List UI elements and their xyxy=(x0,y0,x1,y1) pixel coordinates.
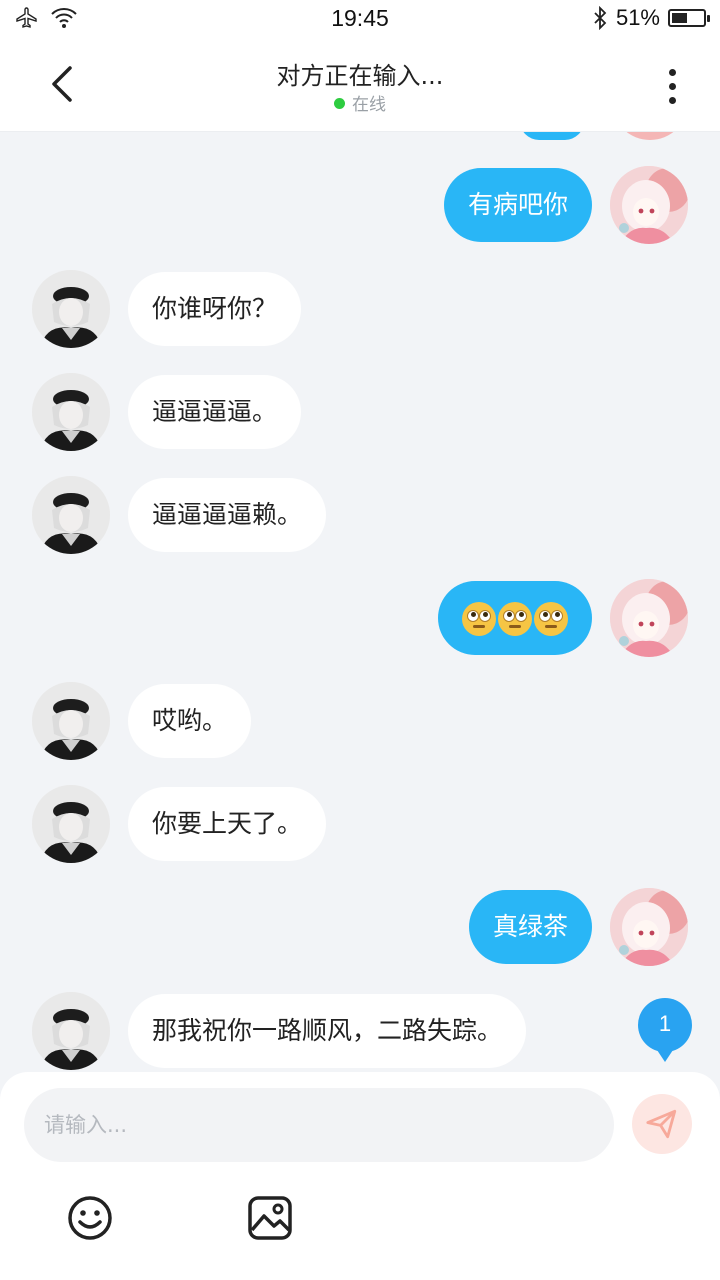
contact-avatar[interactable] xyxy=(32,373,110,451)
my-avatar[interactable] xyxy=(610,166,688,244)
rolling-eyes-emoji-icon xyxy=(534,602,568,636)
message-bubble[interactable]: 有病吧你 xyxy=(443,168,592,242)
more-options-button[interactable] xyxy=(652,62,692,110)
my-avatar[interactable] xyxy=(610,579,688,657)
online-status-label: 在线 xyxy=(352,95,386,115)
contact-avatar[interactable] xyxy=(32,682,110,760)
chat-screen: 19:45 51% 对方正在输入... 在线 有病吧你 你谁呀你？ 逼逼逼逼。 xyxy=(0,0,720,1280)
message-row: 你谁呀你？ xyxy=(0,270,720,350)
more-vertical-icon xyxy=(668,68,676,76)
message-bubble[interactable]: 你谁呀你？ xyxy=(128,272,302,346)
partial-message-bubble[interactable] xyxy=(520,132,584,140)
message-row: 有病吧你 xyxy=(0,166,720,246)
contact-avatar[interactable] xyxy=(32,270,110,348)
battery-icon xyxy=(668,9,710,27)
image-button[interactable] xyxy=(246,1194,294,1242)
message-row: 逼逼逼逼。 xyxy=(0,373,720,453)
composer xyxy=(0,1072,720,1280)
status-bar: 19:45 51% xyxy=(0,0,720,38)
rolling-eyes-emoji-icon xyxy=(462,602,496,636)
avatar[interactable] xyxy=(612,132,688,140)
bluetooth-icon xyxy=(594,6,607,30)
message-row: 你要上天了。 xyxy=(0,785,720,865)
contact-avatar[interactable] xyxy=(32,785,110,863)
send-icon xyxy=(646,1109,677,1139)
my-avatar[interactable] xyxy=(610,888,688,966)
send-button[interactable] xyxy=(632,1094,692,1154)
message-bubble[interactable]: 逼逼逼逼。 xyxy=(128,375,302,449)
emoji-button[interactable] xyxy=(66,1194,114,1242)
message-bubble[interactable]: 那我祝你一路顺风，二路失踪。 xyxy=(128,994,527,1068)
message-row: 真绿茶 xyxy=(0,888,720,968)
page-title: 对方正在输入... xyxy=(276,62,444,90)
online-status: 在线 xyxy=(0,90,720,115)
message-bubble[interactable]: 哎哟。 xyxy=(128,684,252,758)
message-row: 逼逼逼逼赖。 xyxy=(0,476,720,556)
online-dot xyxy=(334,98,345,109)
emoji-message-bubble[interactable] xyxy=(438,581,592,655)
smiley-icon xyxy=(68,1196,112,1240)
message-bubble[interactable]: 真绿茶 xyxy=(468,890,592,964)
chat-header: 对方正在输入... 在线 xyxy=(0,38,720,132)
message-list[interactable]: 有病吧你 你谁呀你？ 逼逼逼逼。 逼逼逼逼赖。 哎哟。 你要上天了。 真绿茶 那… xyxy=(0,132,720,1072)
message-input[interactable] xyxy=(24,1088,614,1162)
rolling-eyes-emoji-icon xyxy=(498,602,532,636)
unread-count-badge[interactable]: 1 xyxy=(638,998,692,1062)
message-row: 那我祝你一路顺风，二路失踪。 xyxy=(0,992,720,1072)
message-bubble[interactable]: 你要上天了。 xyxy=(128,787,327,861)
battery-percent: 51% xyxy=(615,5,660,30)
contact-avatar[interactable] xyxy=(32,476,110,554)
message-row: 哎哟。 xyxy=(0,682,720,762)
contact-avatar[interactable] xyxy=(32,992,110,1070)
image-icon xyxy=(248,1196,292,1240)
message-bubble[interactable]: 逼逼逼逼赖。 xyxy=(128,478,327,552)
message-row xyxy=(0,579,720,659)
